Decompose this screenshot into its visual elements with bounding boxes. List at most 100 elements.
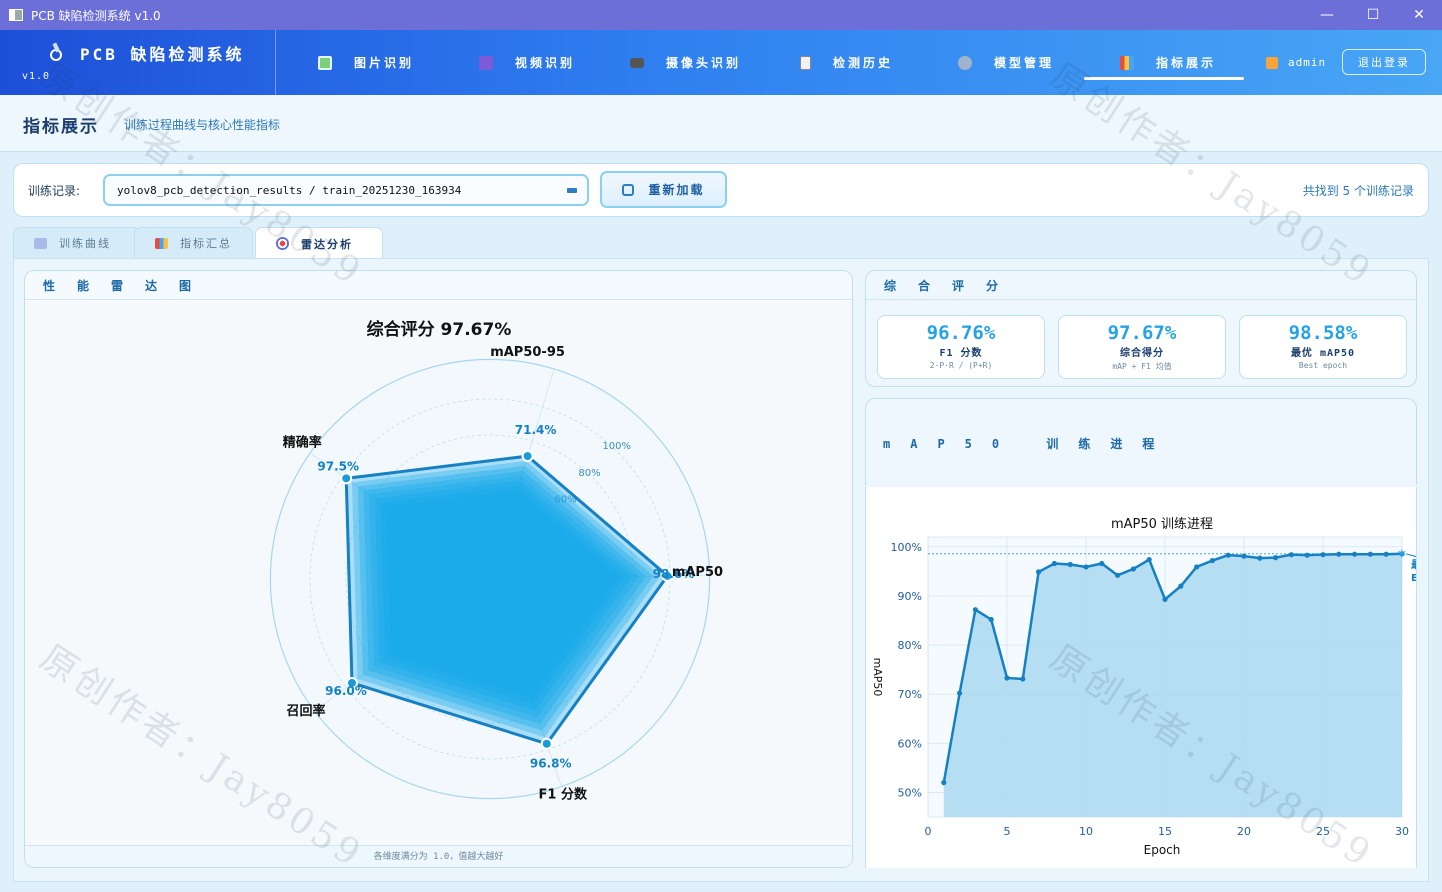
nav-image-recognition[interactable]: 图片识别 <box>318 30 414 95</box>
gear-icon <box>958 55 972 70</box>
map50-point <box>972 607 978 613</box>
nav-model-management[interactable]: 模型管理 <box>958 30 1054 95</box>
tab-label: 指标汇总 <box>180 237 232 250</box>
score-card-title: 综合评分 <box>866 271 1416 300</box>
map50-point <box>1067 561 1073 568</box>
map50-card: mAP50 训练进程 <box>865 398 1417 485</box>
metric-best-map50: 98.58% 最优 mAP50 Best epoch <box>1239 315 1407 379</box>
nav-label: 检测历史 <box>833 56 894 70</box>
metric-overall: 97.67% 综合得分 mAP + F1 均值 <box>1058 315 1226 379</box>
x-tick-label: 5 <box>1004 825 1011 838</box>
image-icon <box>318 55 332 70</box>
map50-point <box>1020 676 1026 682</box>
map50-point <box>1051 560 1057 567</box>
x-axis-label: Epoch <box>1144 843 1181 857</box>
history-icon <box>800 55 811 70</box>
x-tick-label: 10 <box>1079 825 1093 838</box>
nav-camera-recognition[interactable]: 摄像头识别 <box>630 30 741 95</box>
logout-button[interactable]: 退出登录 <box>1342 49 1426 75</box>
nav-metrics-display[interactable]: 指标展示 <box>1083 30 1245 95</box>
radar-card-title: 性能雷达图 <box>25 271 852 300</box>
x-tick-label: 20 <box>1237 825 1251 838</box>
map50-point <box>1352 551 1358 557</box>
app-icon <box>9 9 23 21</box>
map50-point <box>1320 552 1326 558</box>
record-label: 训练记录: <box>28 184 81 198</box>
nav-video-recognition[interactable]: 视频识别 <box>479 30 575 95</box>
user-info: admin <box>1266 30 1326 95</box>
record-dropdown[interactable]: yolov8_pcb_detection_results / train_202… <box>103 174 589 206</box>
tab-training-curves[interactable]: 训练曲线 <box>13 227 140 258</box>
record-count: 共找到 5 个训练记录 <box>1302 184 1414 198</box>
camera-icon <box>630 57 644 68</box>
radar-ring-label: 100% <box>602 441 631 452</box>
logo-block: PCB 缺陷检测系统 v1.0 <box>0 30 276 95</box>
minimize-button[interactable]: — <box>1304 0 1350 30</box>
map50-point <box>988 616 994 623</box>
metric-value: 96.76% <box>926 322 996 344</box>
nav-detection-history[interactable]: 检测历史 <box>800 30 893 95</box>
radar-ring-label: 80% <box>578 468 600 479</box>
page-subtitle: 训练过程曲线与核心性能指标 <box>124 118 281 132</box>
radar-axis-label: 精确率 <box>283 434 322 450</box>
page-title-bar: 指标展示 训练过程曲线与核心性能指标 <box>0 95 1442 152</box>
page-title: 指标展示 <box>23 117 99 137</box>
map50-plot-area: 50% 60% 70% 80% 90% 100% 0 5 10 15 20 25 30 ✶最 Ep mAP50… <box>865 487 1417 868</box>
y-tick-label: 60% <box>898 737 922 750</box>
microscope-icon <box>50 42 62 61</box>
map50-point <box>941 780 947 786</box>
map50-point <box>1099 560 1105 567</box>
y-tick-label: 50% <box>898 786 922 799</box>
map50-point <box>1083 564 1089 570</box>
chart-title: mAP50 训练进程 <box>1111 517 1213 532</box>
map50-point <box>1130 566 1136 572</box>
map50-point <box>1336 551 1342 557</box>
radar-axis-label: F1 分数 <box>539 787 588 803</box>
map50-point <box>1004 675 1010 681</box>
radar-footer: 各维度满分为 1.0，值越大越好 <box>25 845 852 867</box>
radar-value-label: 96.8% <box>530 757 572 771</box>
map50-point <box>1209 557 1215 564</box>
radar-point <box>340 472 353 485</box>
map50-point <box>1304 552 1310 558</box>
metric-label: 综合得分 <box>1120 348 1164 359</box>
x-tick-label: 25 <box>1316 825 1330 838</box>
x-tick-label: 30 <box>1395 825 1409 838</box>
reload-label: 重新加载 <box>648 183 705 197</box>
map50-card-title: mAP50 训练进程 <box>883 437 1175 451</box>
y-tick-label: 70% <box>898 688 922 701</box>
metric-value: 98.58% <box>1288 322 1358 344</box>
metric-sub: Best epoch <box>1298 361 1348 370</box>
map50-point <box>1383 551 1389 557</box>
best-annotation-arrow <box>1405 553 1416 558</box>
map50-point <box>1225 552 1231 558</box>
metric-label: F1 分数 <box>939 348 983 359</box>
radar-value-label: 71.4% <box>515 423 557 437</box>
map50-point <box>1146 556 1152 563</box>
reload-button[interactable]: 重新加载 <box>600 171 727 208</box>
tab-radar-analysis[interactable]: 雷达分析 <box>255 227 383 259</box>
logo-title: PCB 缺陷检测系统 <box>80 45 245 64</box>
radar-axis-label: 召回率 <box>286 703 325 719</box>
close-button[interactable]: ✕ <box>1396 0 1442 30</box>
y-axis-label: mAP50 <box>871 658 884 697</box>
tab-label: 雷达分析 <box>301 237 353 251</box>
metric-sub: mAP + F1 均值 <box>1112 362 1172 371</box>
radar-card: 性能雷达图 60% 80% 100% 71.4% mAP50-95 98.6% mAP50 9… <box>24 270 853 868</box>
y-tick-label: 90% <box>898 590 922 603</box>
record-selector-card: 训练记录: yolov8_pcb_detection_results / tra… <box>13 163 1429 217</box>
user-icon <box>1266 56 1278 69</box>
top-navbar: PCB 缺陷检测系统 v1.0 图片识别 视频识别 摄像头识别 检测历史 模型管… <box>0 30 1442 95</box>
radar-point <box>521 450 534 463</box>
radar-axis-label: mAP50 <box>672 565 723 580</box>
map50-point <box>1194 564 1200 570</box>
tab-metrics-summary[interactable]: 指标汇总 <box>134 227 253 258</box>
maximize-button[interactable]: ☐ <box>1350 0 1396 30</box>
nav-label: 模型管理 <box>994 56 1055 70</box>
best-annotation-line: 最 <box>1411 559 1417 571</box>
nav-label: 指标展示 <box>1156 56 1217 70</box>
map50-point <box>1178 583 1184 589</box>
version-label: v1.0 <box>22 71 51 82</box>
radar-chart: 60%80%100%71.4%mAP50-9598.6%mAP5096.8%F1… <box>25 301 852 846</box>
target-icon <box>276 237 289 250</box>
